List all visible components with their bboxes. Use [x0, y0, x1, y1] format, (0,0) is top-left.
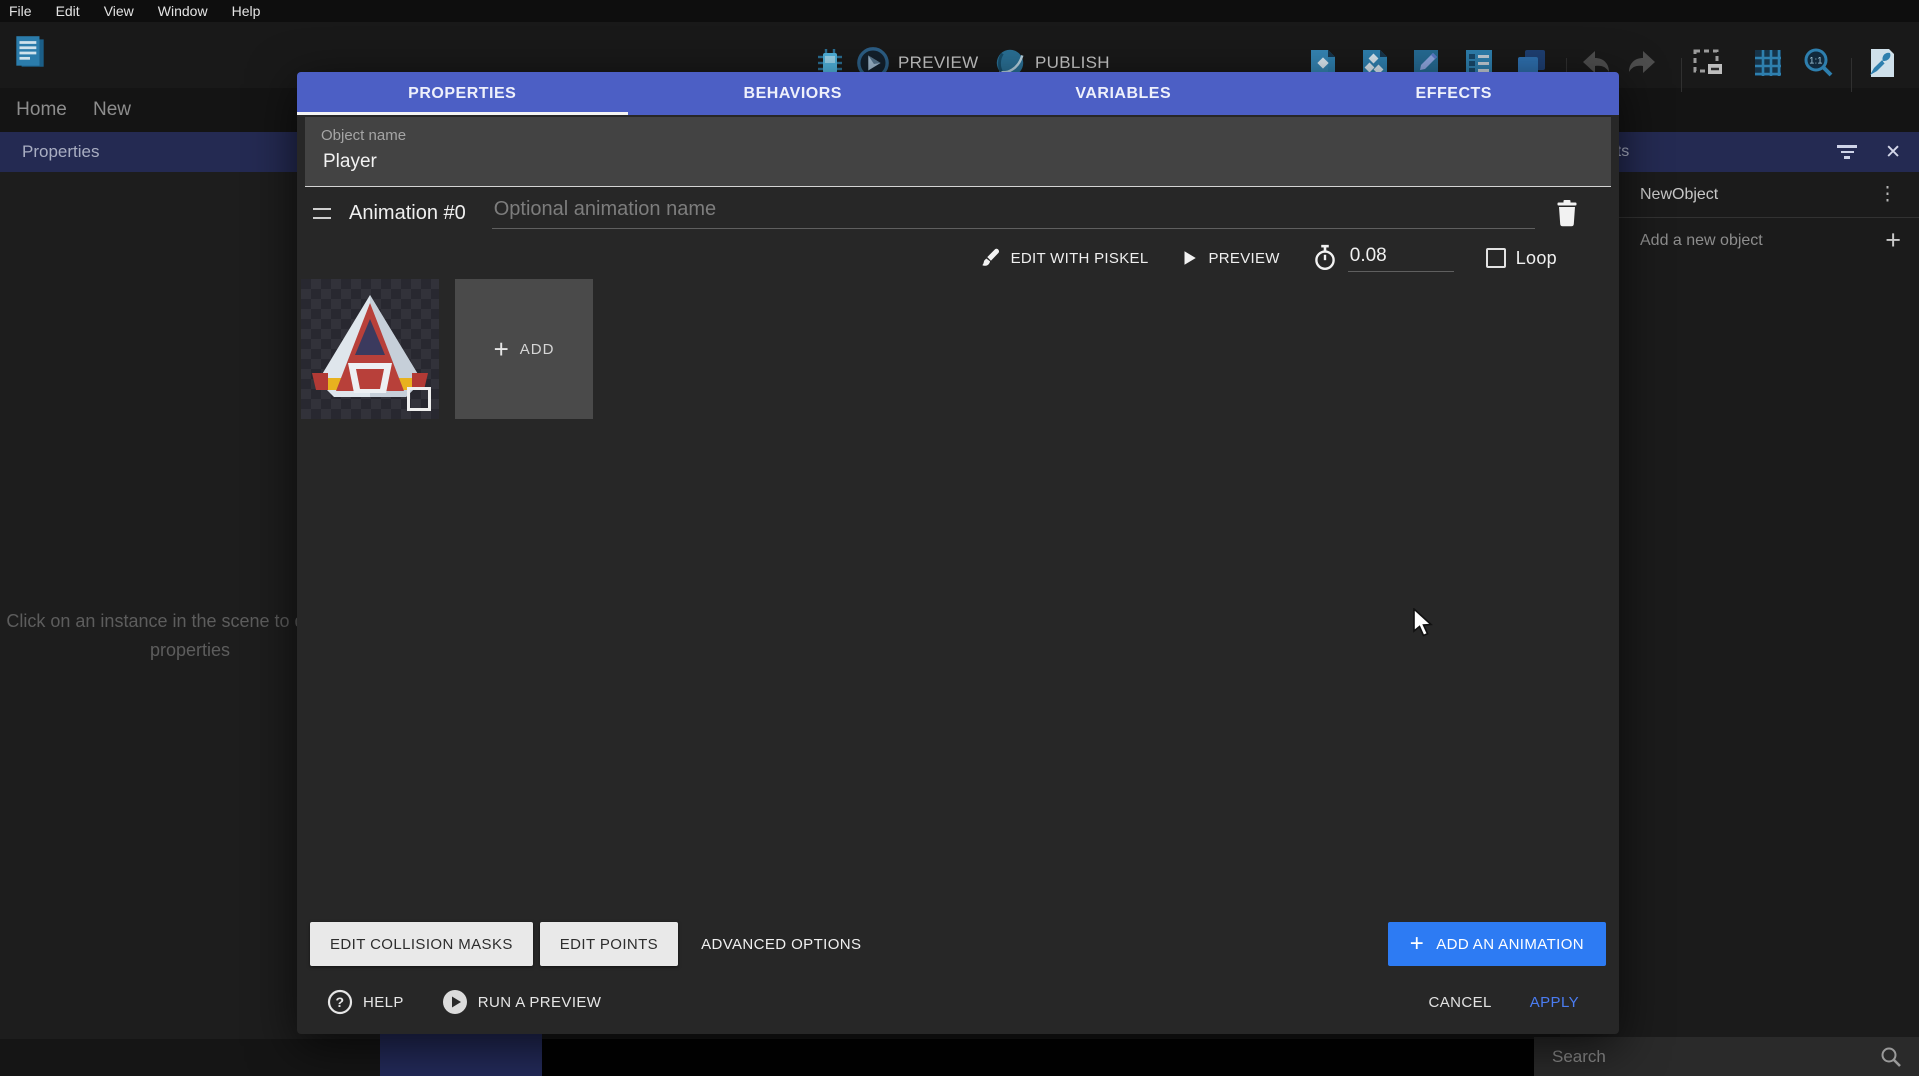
properties-panel-title: Properties: [22, 142, 99, 162]
add-frame-button[interactable]: + ADD: [455, 279, 593, 419]
dialog-tab-properties[interactable]: PROPERTIES: [297, 72, 628, 115]
search-input[interactable]: [1550, 1046, 1879, 1068]
add-object-label: Add a new object: [1618, 232, 1763, 250]
search-icon[interactable]: [1879, 1045, 1903, 1069]
tab-home[interactable]: Home: [0, 88, 83, 132]
edit-collision-masks-button[interactable]: EDIT COLLISION MASKS: [310, 922, 533, 966]
project-manager-button[interactable]: [10, 32, 50, 72]
wrench-icon: [1863, 46, 1897, 80]
menu-window[interactable]: Window: [158, 3, 208, 19]
preview-animation-button[interactable]: PREVIEW: [1180, 249, 1279, 267]
edit-points-button[interactable]: EDIT POINTS: [540, 922, 678, 966]
dialog-tab-variables[interactable]: VARIABLES: [958, 72, 1289, 115]
redo-button[interactable]: [1624, 46, 1660, 80]
preview-label: PREVIEW: [898, 53, 979, 73]
plus-icon: +: [494, 334, 510, 365]
tab-new[interactable]: New: [83, 88, 203, 132]
add-animation-button[interactable]: + ADD AN ANIMATION: [1388, 922, 1606, 966]
redo-icon: [1624, 46, 1660, 80]
animation-title: Animation #0: [349, 202, 466, 225]
publish-label: PUBLISH: [1035, 53, 1110, 73]
apply-button[interactable]: APPLY: [1524, 993, 1585, 1012]
trash-icon: [1555, 199, 1579, 227]
toolbar-grid-button[interactable]: [1751, 46, 1785, 80]
kebab-menu-icon[interactable]: ⋮: [1878, 183, 1897, 206]
time-between-frames-field: [1312, 244, 1454, 272]
dialog-tabbar: PROPERTIES BEHAVIORS VARIABLES EFFECTS: [297, 72, 1619, 115]
animation-controls-row: EDIT WITH PISKEL PREVIEW Loop: [313, 240, 1557, 276]
edit-with-piskel-label: EDIT WITH PISKEL: [1011, 250, 1149, 267]
toolbar-zoom-button[interactable]: 1:1: [1801, 46, 1837, 82]
run-preview-button[interactable]: RUN A PREVIEW: [436, 988, 608, 1016]
run-preview-icon: [442, 989, 468, 1015]
object-editor-dialog: PROPERTIES BEHAVIORS VARIABLES EFFECTS O…: [297, 72, 1619, 1034]
animation-name-input[interactable]: [492, 198, 1535, 229]
svg-text:?: ?: [336, 994, 345, 1010]
filter-icon[interactable]: [1837, 142, 1857, 162]
help-label: HELP: [363, 994, 404, 1011]
close-panel-icon[interactable]: ✕: [1885, 141, 1901, 164]
plus-icon: +: [1410, 930, 1424, 958]
delete-animation-button[interactable]: [1555, 199, 1579, 227]
scene-statusbar: 789;317: [383, 1039, 1534, 1076]
add-frame-label: ADD: [520, 341, 555, 358]
dialog-tab-behaviors[interactable]: BEHAVIORS: [628, 72, 959, 115]
object-list-item[interactable]: NewObject ⋮: [1618, 172, 1919, 217]
tab-new-label: New: [93, 99, 131, 121]
selection-mask-icon: [1690, 46, 1726, 80]
menu-view[interactable]: View: [104, 3, 134, 19]
preview-animation-label: PREVIEW: [1208, 250, 1279, 267]
play-icon: [1180, 249, 1198, 267]
run-preview-label: RUN A PREVIEW: [478, 994, 602, 1011]
dialog-tab-effects[interactable]: EFFECTS: [1289, 72, 1620, 115]
help-icon: ?: [327, 989, 353, 1015]
frames-strip: + ADD: [301, 279, 593, 419]
object-name-label: Object name: [321, 127, 406, 144]
object-item-label: NewObject: [1618, 186, 1718, 204]
tab-home-label: Home: [16, 99, 67, 121]
svg-text:1:1: 1:1: [1809, 56, 1822, 66]
drag-handle-icon[interactable]: [313, 208, 331, 219]
advanced-options-button[interactable]: ADVANCED OPTIONS: [685, 922, 877, 966]
zoom-one-to-one-icon: 1:1: [1801, 46, 1837, 82]
toolbar-tools-button[interactable]: [1863, 46, 1897, 80]
dialog-footer: ? HELP RUN A PREVIEW CANCEL APPLY: [321, 982, 1585, 1022]
loop-control: Loop: [1486, 248, 1557, 269]
stopwatch-icon: [1312, 244, 1338, 272]
dialog-tab-behaviors-label: BEHAVIORS: [744, 85, 842, 103]
plus-icon[interactable]: +: [1885, 225, 1901, 256]
edit-with-piskel-button[interactable]: EDIT WITH PISKEL: [979, 247, 1149, 269]
time-between-frames-input[interactable]: [1348, 244, 1454, 272]
dialog-tab-properties-label: PROPERTIES: [408, 85, 516, 103]
menu-help[interactable]: Help: [232, 3, 261, 19]
animation-header-row: Animation #0: [313, 192, 1579, 234]
cancel-button[interactable]: CANCEL: [1423, 993, 1498, 1012]
frame-thumbnail[interactable]: [301, 279, 439, 419]
frame-select-checkbox[interactable]: [407, 387, 431, 411]
toolbar-mask-button[interactable]: [1690, 46, 1726, 80]
menu-edit[interactable]: Edit: [56, 3, 80, 19]
add-animation-label: ADD AN ANIMATION: [1436, 936, 1584, 953]
object-name-input[interactable]: [321, 150, 1595, 174]
gdevelop-window: File Edit View Window Help PREVIEW PUBLI…: [0, 0, 1919, 1076]
help-button[interactable]: ? HELP: [321, 988, 410, 1016]
menu-file[interactable]: File: [9, 3, 32, 19]
object-name-field: Object name: [305, 117, 1611, 187]
project-manager-icon: [10, 32, 50, 72]
loop-checkbox[interactable]: [1486, 248, 1506, 268]
grid-icon: [1751, 46, 1785, 80]
search-bar: [1534, 1037, 1919, 1076]
dialog-tab-effects-label: EFFECTS: [1416, 85, 1492, 103]
dialog-tab-variables-label: VARIABLES: [1075, 85, 1171, 103]
menubar: File Edit View Window Help: [0, 0, 1919, 22]
animation-actions-row: EDIT COLLISION MASKS EDIT POINTS ADVANCE…: [310, 922, 1606, 966]
loop-label: Loop: [1516, 248, 1557, 269]
brush-icon: [979, 247, 1001, 269]
add-object-row[interactable]: Add a new object +: [1618, 218, 1919, 263]
